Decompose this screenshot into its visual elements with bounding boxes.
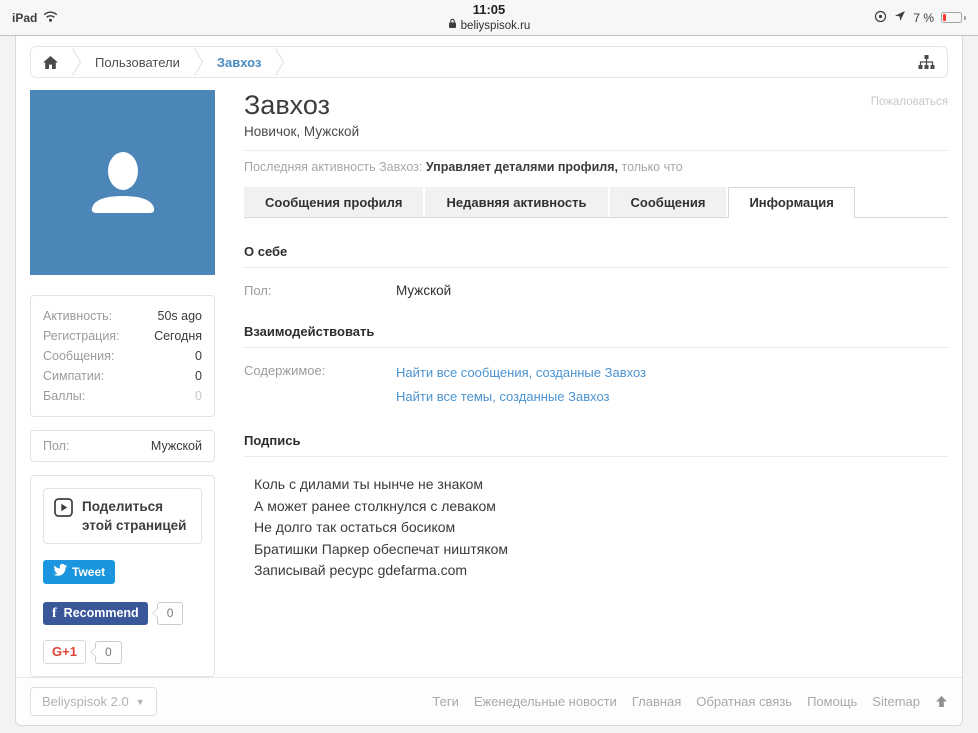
- find-all-posts-link[interactable]: Найти все сообщения, созданные Завхоз: [396, 363, 646, 383]
- stat-value: 0: [195, 366, 202, 386]
- footer-link-sitemap[interactable]: Sitemap: [872, 694, 920, 709]
- breadcrumb-item-current[interactable]: Завхоз: [217, 55, 262, 70]
- avatar[interactable]: [30, 90, 215, 275]
- address-url: beliyspisok.ru: [461, 19, 531, 33]
- tab-profile-posts[interactable]: Сообщения профиля: [244, 187, 423, 217]
- stat-value: Сегодня: [154, 326, 202, 346]
- stats-panel: Активность: 50s ago Регистрация: Сегодня…: [30, 295, 215, 417]
- device-label: iPad: [12, 11, 37, 25]
- signature-line: Братишки Паркер обеспечат ништяком: [254, 539, 948, 561]
- section-interact: Взаимодействовать Содержимое: Найти все …: [244, 324, 948, 407]
- stat-value: 50s ago: [158, 306, 202, 326]
- signature-line: А может ранее столкнулся с леваком: [254, 496, 948, 518]
- gender-value: Мужской: [151, 439, 202, 453]
- lock-icon: [448, 18, 457, 33]
- page-footer: Beliyspisok 2.0 ▼ Теги Еженедельные ново…: [16, 677, 962, 725]
- signature-line: Коль с дилами ты нынче не знаком: [254, 474, 948, 496]
- footer-link-tags[interactable]: Теги: [432, 694, 458, 709]
- about-gender-row: Пол: Мужской: [244, 268, 948, 298]
- ios-status-bar: iPad 11:05 beliyspisok.ru: [0, 0, 978, 36]
- report-link[interactable]: Пожаловаться: [871, 96, 948, 108]
- tab-recent-activity[interactable]: Недавняя активность: [425, 187, 607, 217]
- status-time: 11:05: [0, 2, 978, 18]
- person-icon: [84, 141, 162, 224]
- profile-tabs: Сообщения профиля Недавняя активность Со…: [244, 187, 948, 218]
- stat-row-messages: Сообщения: 0: [43, 346, 202, 366]
- tweet-button[interactable]: Tweet: [43, 560, 115, 584]
- last-activity-prefix: Последняя активность Завхоз:: [244, 160, 422, 174]
- gender-panel: Пол: Мужской: [30, 430, 215, 462]
- stat-label: Активность:: [43, 306, 112, 326]
- sitemap-icon[interactable]: [918, 55, 935, 69]
- signature-line: Записывай ресурс gdefarma.com: [254, 560, 948, 582]
- facebook-icon: f: [52, 607, 57, 620]
- about-gender-value: Мужской: [396, 283, 451, 298]
- facebook-recommend-button[interactable]: f Recommend: [43, 602, 148, 625]
- profile-sidebar: Активность: 50s ago Регистрация: Сегодня…: [30, 90, 215, 677]
- last-activity-action: Управляет деталями профиля,: [426, 160, 618, 174]
- location-icon: [894, 10, 906, 25]
- section-title-signature: Подпись: [244, 433, 948, 457]
- tab-information[interactable]: Информация: [728, 187, 854, 218]
- footer-link-contact[interactable]: Обратная связь: [696, 694, 792, 709]
- user-subtitle: Новичок, Мужской: [244, 124, 359, 139]
- signature-line: Не долго так остаться босиком: [254, 517, 948, 539]
- section-signature: Подпись Коль с дилами ты нынче не знаком…: [244, 433, 948, 582]
- share-panel: Поделиться этой страницей Tweet f: [30, 475, 215, 677]
- share-page-button[interactable]: Поделиться этой страницей: [43, 488, 202, 544]
- share-play-icon: [54, 497, 73, 522]
- stat-label: Симпатии:: [43, 366, 104, 386]
- rotation-lock-icon: [874, 10, 887, 26]
- stat-value: 0: [195, 386, 202, 406]
- breadcrumb-separator-icon: [194, 47, 203, 77]
- breadcrumb-item-users[interactable]: Пользователи: [95, 55, 180, 70]
- section-about: О себе Пол: Мужской: [244, 244, 948, 298]
- page-card: Пользователи Завхоз: [15, 36, 963, 726]
- last-activity-line: Последняя активность Завхоз: Управляет д…: [244, 151, 948, 174]
- home-icon[interactable]: [43, 56, 58, 69]
- stat-row-registration: Регистрация: Сегодня: [43, 326, 202, 346]
- battery-icon: [941, 12, 962, 23]
- stat-value: 0: [195, 346, 202, 366]
- breadcrumb: Пользователи Завхоз: [30, 46, 948, 78]
- facebook-recommend-label: Recommend: [64, 606, 139, 620]
- profile-main: Завхоз Новичок, Мужской Пожаловаться Пос…: [244, 90, 948, 582]
- interact-content-row: Содержимое: Найти все сообщения, созданн…: [244, 348, 948, 407]
- footer-link-help[interactable]: Помощь: [807, 694, 857, 709]
- wifi-icon: [43, 11, 58, 25]
- style-chooser-label: Beliyspisok 2.0: [42, 694, 129, 709]
- stat-row-likes: Симпатии: 0: [43, 366, 202, 386]
- tab-postings[interactable]: Сообщения: [610, 187, 727, 217]
- footer-link-weekly-news[interactable]: Еженедельные новости: [474, 694, 617, 709]
- about-gender-label: Пол:: [244, 283, 396, 298]
- gender-label: Пол:: [43, 439, 69, 453]
- gplus-button[interactable]: G+1: [43, 640, 86, 664]
- tweet-label: Tweet: [72, 565, 105, 579]
- facebook-count-badge: 0: [157, 602, 184, 625]
- style-chooser-button[interactable]: Beliyspisok 2.0 ▼: [30, 687, 157, 716]
- footer-link-home[interactable]: Главная: [632, 694, 681, 709]
- last-activity-time: только что: [622, 160, 683, 174]
- page-title: Завхоз: [244, 90, 359, 121]
- stat-row-activity: Активность: 50s ago: [43, 306, 202, 326]
- section-title-about: О себе: [244, 244, 948, 268]
- stat-label: Регистрация:: [43, 326, 120, 346]
- stat-label: Баллы:: [43, 386, 85, 406]
- section-title-interact: Взаимодействовать: [244, 324, 948, 348]
- gplus-count-badge: 0: [95, 641, 122, 664]
- share-page-label: Поделиться этой страницей: [82, 497, 191, 535]
- find-all-threads-link[interactable]: Найти все темы, созданные Завхоз: [396, 387, 646, 407]
- breadcrumb-separator-icon: [275, 47, 284, 77]
- signature-text: Коль с дилами ты нынче не знаком А может…: [244, 457, 948, 582]
- twitter-icon: [53, 564, 67, 579]
- stat-label: Сообщения:: [43, 346, 114, 366]
- interact-content-label: Содержимое:: [244, 363, 396, 407]
- chevron-down-icon: ▼: [136, 697, 145, 707]
- breadcrumb-separator-icon: [72, 47, 81, 77]
- scroll-to-top-icon[interactable]: [935, 695, 948, 708]
- battery-percent: 7 %: [913, 11, 934, 25]
- stat-row-points: Баллы: 0: [43, 386, 202, 406]
